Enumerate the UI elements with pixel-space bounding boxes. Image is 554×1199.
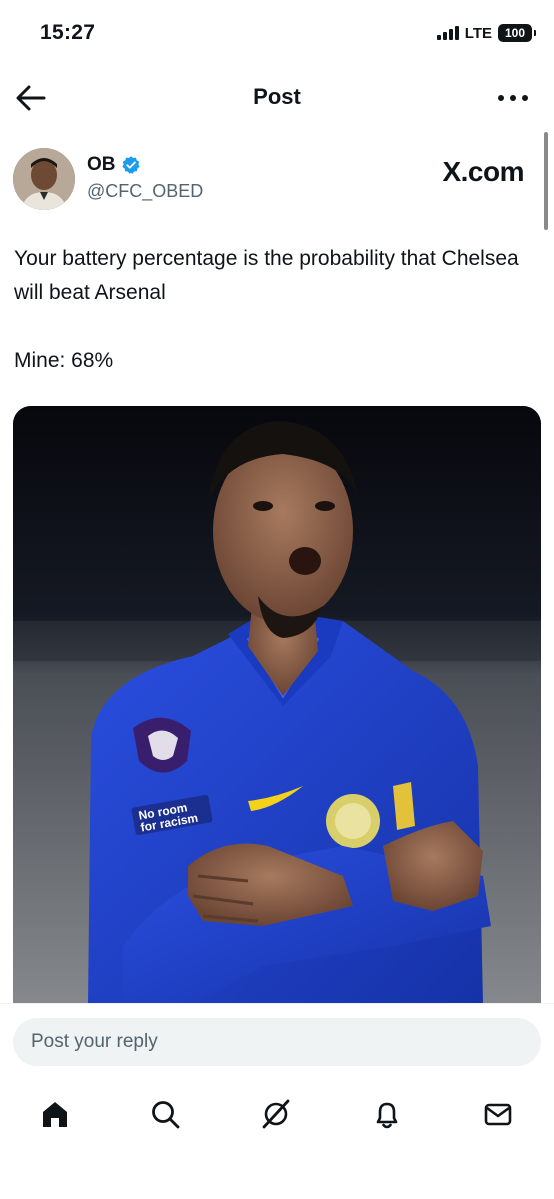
more-button[interactable] (496, 84, 530, 112)
search-icon (152, 1101, 180, 1129)
status-indicators: LTE 100 (436, 24, 536, 42)
home-icon (43, 1102, 67, 1127)
bottom-tab-bar (0, 1092, 554, 1136)
messages-envelope-icon (484, 1103, 512, 1126)
network-type: LTE (464, 24, 492, 42)
battery-icon: 100 (498, 24, 536, 42)
reply-input[interactable] (13, 1018, 541, 1066)
avatar-image (13, 148, 75, 210)
tab-home[interactable] (33, 1092, 77, 1136)
post-text-line: Your battery percentage is the probabili… (14, 247, 519, 304)
grok-icon (262, 1099, 290, 1129)
tab-grok[interactable] (254, 1092, 298, 1136)
x-logo: X.com (442, 156, 524, 187)
more-horizontal-icon (498, 95, 528, 101)
notifications-bell-icon (376, 1102, 398, 1129)
status-time: 15:27 (40, 21, 96, 44)
page-title: Post (253, 84, 301, 109)
avatar[interactable] (13, 148, 75, 210)
author-name[interactable]: OB (87, 154, 116, 176)
nav-bar: Post (0, 70, 554, 126)
post-media-image[interactable]: No room for racism (13, 406, 541, 1004)
battery-level: 100 (504, 26, 526, 40)
signal-icon (436, 26, 459, 40)
status-bar: 15:27 LTE 100 (0, 0, 554, 64)
tab-search[interactable] (143, 1092, 187, 1136)
tab-notifications[interactable] (365, 1092, 409, 1136)
post-text: Your battery percentage is the probabili… (14, 242, 534, 378)
post-header: OB @CFC_OBED X.com (0, 140, 554, 220)
scrollbar[interactable] (544, 132, 548, 230)
player-celebration-image: No room for racism (13, 406, 541, 1004)
author-handle[interactable]: @CFC_OBED (87, 181, 203, 202)
reply-bar (0, 1003, 554, 1199)
post-text-line: Mine: 68% (14, 349, 114, 372)
tab-messages[interactable] (476, 1092, 520, 1136)
verified-badge-icon (122, 156, 140, 174)
